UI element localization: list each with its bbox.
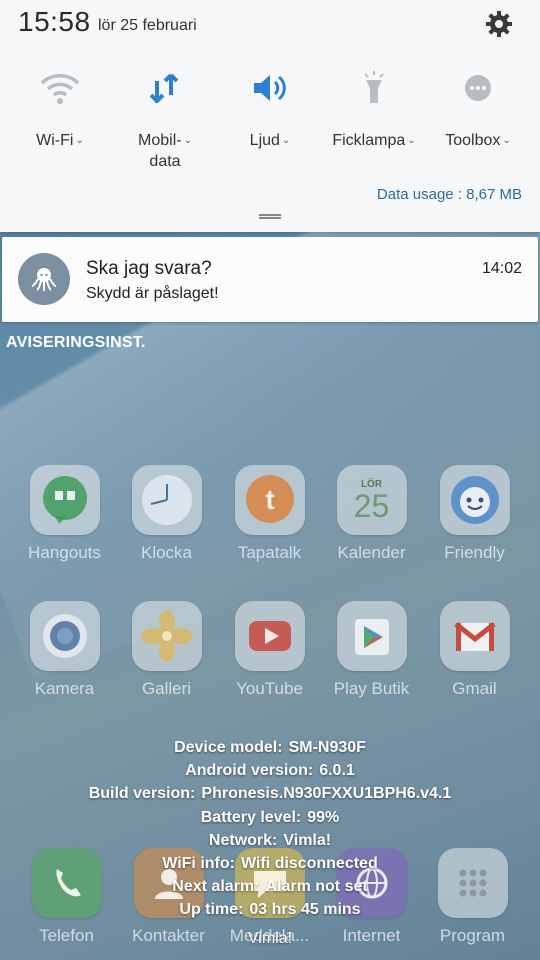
app-hangouts[interactable]: Hangouts bbox=[13, 465, 116, 563]
app-klocka[interactable]: Klocka bbox=[115, 465, 218, 563]
app-label: Tapatalk bbox=[237, 543, 302, 562]
qs-sound[interactable]: Ljud ⌄ bbox=[228, 68, 312, 151]
device-info-overlay: Device model: SM-N930F Android version: 6.… bbox=[0, 736, 540, 922]
data-usage-link[interactable]: Data usage : 8,67 MB bbox=[377, 186, 522, 203]
app-label: Gmail bbox=[452, 679, 497, 698]
qs-mobile-data[interactable]: Mobil- ⌄ data bbox=[120, 68, 210, 172]
gmail-icon bbox=[439, 601, 510, 671]
info-row-next-alarm: Next alarm: Alarm not set bbox=[172, 878, 368, 896]
carrier-label: Vimla! bbox=[247, 930, 293, 947]
hangouts-icon bbox=[29, 465, 100, 535]
info-row-build-version: Build version: Phronesis.N930FXXU1BPH6.v4… bbox=[88, 785, 452, 803]
drag-handle[interactable] bbox=[259, 214, 281, 219]
info-row-network: Network: Vimla! bbox=[208, 831, 332, 849]
flashlight-icon bbox=[352, 68, 396, 108]
qs-sound-label: Ljud ⌄ bbox=[249, 132, 291, 149]
mobile-data-icon bbox=[143, 68, 187, 108]
app-tapatalk[interactable]: t Tapatalk bbox=[218, 465, 321, 563]
wifi-icon bbox=[38, 68, 82, 108]
qs-wifi-label: Wi-Fi ⌄ bbox=[36, 132, 84, 149]
status-date: lör 25 februari bbox=[98, 17, 197, 34]
settings-gear-icon[interactable] bbox=[484, 9, 514, 39]
friendly-icon bbox=[439, 465, 510, 535]
app-label: YouTube bbox=[236, 679, 303, 698]
notification-body: Skydd är påslaget! bbox=[86, 285, 219, 302]
app-label: Friendly bbox=[444, 543, 505, 562]
chevron-down-icon: ⌄ bbox=[75, 135, 84, 146]
app-kamera[interactable]: Kamera bbox=[13, 601, 116, 699]
qs-flashlight[interactable]: Ficklampa ⌄ bbox=[326, 68, 422, 151]
camera-icon bbox=[29, 601, 100, 671]
sound-icon bbox=[248, 68, 292, 108]
qs-mobile-data-label: Mobil- ⌄ data bbox=[138, 132, 192, 170]
info-row-battery-level: Battery level: 99% bbox=[200, 808, 340, 826]
octopus-icon bbox=[18, 253, 70, 305]
info-row-device-model: Device model: SM-N930F bbox=[174, 739, 366, 756]
tapatalk-icon: t bbox=[234, 465, 305, 535]
info-row-wifi-info: WiFi info: Wifi disconnected bbox=[162, 854, 378, 872]
info-row-android-version: Android version: 6.0.1 bbox=[185, 762, 355, 780]
notification-settings-button[interactable]: AVISERINGSINST. bbox=[6, 334, 146, 352]
app-gmail[interactable]: Gmail bbox=[423, 601, 526, 699]
qs-toolbox-label: Toolbox ⌄ bbox=[445, 132, 511, 149]
calendar-day-number: 25 bbox=[353, 487, 390, 524]
info-row-up-time: Up time: 03 hrs 45 mins bbox=[179, 901, 361, 919]
app-youtube[interactable]: YouTube bbox=[218, 601, 321, 699]
notification-card[interactable]: Ska jag svara? Skydd är påslaget! 14:02 bbox=[2, 237, 538, 322]
chevron-down-icon: ⌄ bbox=[407, 135, 416, 146]
play-store-icon bbox=[336, 601, 407, 671]
app-label: Klocka bbox=[140, 543, 193, 562]
chevron-down-icon: ⌄ bbox=[183, 135, 192, 146]
clock-icon bbox=[131, 465, 202, 535]
qs-toolbox[interactable]: Toolbox ⌄ bbox=[438, 68, 518, 151]
toolbox-icon bbox=[456, 68, 500, 108]
app-kalender[interactable]: LÖR 25 Kalender bbox=[320, 465, 423, 563]
status-clock: 15:58 bbox=[18, 6, 91, 37]
qs-flashlight-label: Ficklampa ⌄ bbox=[332, 132, 416, 149]
qs-wifi[interactable]: Wi-Fi ⌄ bbox=[20, 68, 100, 151]
app-label: Play Butik bbox=[333, 679, 410, 698]
calendar-icon: LÖR 25 bbox=[336, 465, 407, 535]
notification-title: Ska jag svara? bbox=[86, 258, 212, 279]
notification-time: 14:02 bbox=[481, 260, 522, 277]
svg-text:t: t bbox=[265, 484, 274, 515]
app-label: Galleri bbox=[141, 679, 192, 698]
gallery-icon bbox=[131, 601, 202, 671]
app-play-butik[interactable]: Play Butik bbox=[320, 601, 423, 699]
app-galleri[interactable]: Galleri bbox=[115, 601, 218, 699]
app-label: Kamera bbox=[34, 679, 95, 698]
youtube-icon bbox=[234, 601, 305, 671]
app-friendly[interactable]: Friendly bbox=[423, 465, 526, 563]
notification-shade: 15:58 lör 25 februari Wi-Fi ⌄ Mobil- ⌄ d… bbox=[0, 0, 540, 232]
app-label: Kalender bbox=[337, 543, 406, 562]
chevron-down-icon: ⌄ bbox=[502, 135, 511, 146]
app-label: Hangouts bbox=[28, 543, 101, 562]
chevron-down-icon: ⌄ bbox=[281, 135, 291, 146]
